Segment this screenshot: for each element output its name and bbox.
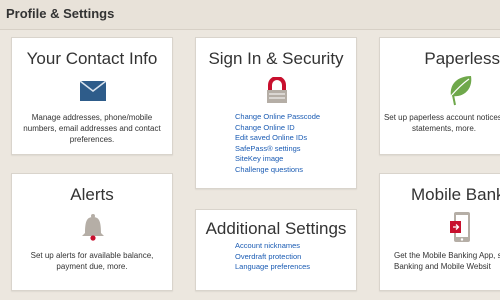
alerts-title[interactable]: Alerts — [12, 185, 172, 205]
paperless-description: Set up paperless account notices, statem… — [383, 113, 500, 133]
link-change-online-passcode[interactable]: Change Online Passcode — [235, 112, 320, 123]
mobile-banking-card[interactable]: Mobile Banking Get the Mobile Banking Ap… — [379, 173, 500, 291]
alerts-card[interactable]: Alerts Set up alerts for available balan… — [11, 173, 173, 291]
link-language-preferences[interactable]: Language preferences — [235, 262, 310, 273]
sign-in-security-links: Change Online Passcode Change Online ID … — [235, 112, 320, 175]
mobile-banking-title[interactable]: Mobile Banking — [411, 185, 500, 205]
page-header: Profile & Settings — [0, 0, 500, 30]
link-change-online-id[interactable]: Change Online ID — [235, 123, 320, 134]
mobile-phone-icon — [450, 212, 470, 242]
link-sitekey-image[interactable]: SiteKey image — [235, 154, 320, 165]
additional-settings-card: Additional Settings Account nicknames Ov… — [195, 209, 357, 291]
sign-in-security-title[interactable]: Sign In & Security — [196, 49, 356, 69]
contact-info-description: Manage addresses, phone/mobile numbers, … — [23, 113, 161, 144]
contact-info-card[interactable]: Your Contact Info Manage addresses, phon… — [11, 37, 173, 155]
paperless-title[interactable]: Paperless — [380, 49, 500, 69]
link-edit-saved-online-ids[interactable]: Edit saved Online IDs — [235, 133, 320, 144]
paperless-card[interactable]: Paperless Set up paperless account notic… — [379, 37, 500, 155]
additional-settings-title[interactable]: Additional Settings — [196, 219, 356, 239]
sign-in-security-card: Sign In & Security Change Online Passcod… — [195, 37, 357, 189]
page-title: Profile & Settings — [6, 6, 115, 21]
link-account-nicknames[interactable]: Account nicknames — [235, 241, 310, 252]
alerts-description: Set up alerts for available balance, pay… — [30, 251, 154, 271]
additional-settings-links: Account nicknames Overdraft protection L… — [235, 241, 310, 273]
padlock-icon — [267, 77, 287, 103]
link-overdraft-protection[interactable]: Overdraft protection — [235, 252, 310, 263]
contact-info-title[interactable]: Your Contact Info — [12, 49, 172, 69]
link-safepass-settings[interactable]: SafePass® settings — [235, 144, 320, 155]
envelope-icon — [80, 81, 106, 101]
link-challenge-questions[interactable]: Challenge questions — [235, 165, 320, 176]
bell-icon — [82, 214, 104, 241]
mobile-banking-description: Get the Mobile Banking App, set Banking … — [394, 251, 500, 271]
leaf-icon — [450, 76, 472, 106]
